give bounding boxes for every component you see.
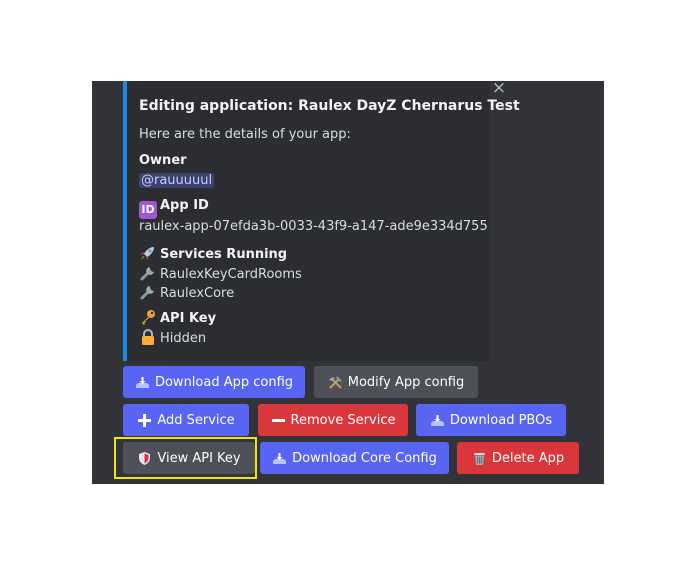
lock-icon bbox=[139, 328, 157, 346]
owner-mention[interactable]: @rauuuuul bbox=[139, 173, 215, 188]
owner-heading: Owner bbox=[139, 153, 187, 168]
id-badge-icon: ID bbox=[139, 201, 157, 219]
api-key-heading: API Key bbox=[160, 311, 217, 326]
trash-icon bbox=[472, 451, 487, 466]
api-key-status: Hidden bbox=[160, 331, 207, 346]
app-edit-dialog: Editing application: Raulex DayZ Chernar… bbox=[92, 80, 604, 484]
remove-service-label: Remove Service bbox=[290, 412, 396, 428]
plus-icon bbox=[137, 413, 152, 428]
key-icon bbox=[139, 308, 157, 326]
rocket-icon bbox=[139, 244, 157, 262]
app-id-heading: App ID bbox=[160, 198, 209, 213]
embed-title: Editing application: Raulex DayZ Chernar… bbox=[139, 98, 520, 114]
app-id-heading-row: ID App ID bbox=[139, 198, 209, 219]
download-core-config-label: Download Core Config bbox=[292, 450, 437, 466]
modify-app-config-button[interactable]: Modify App config bbox=[314, 366, 478, 398]
delete-app-label: Delete App bbox=[491, 450, 565, 466]
app-id-value: raulex-app-07efda3b-0033-43f9-a147-ade9e… bbox=[139, 219, 488, 234]
delete-app-button[interactable]: Delete App bbox=[457, 442, 579, 474]
download-app-config-button[interactable]: Download App config bbox=[123, 366, 305, 398]
download-pbos-button[interactable]: Download PBOs bbox=[416, 404, 566, 436]
download-tray-icon bbox=[272, 451, 287, 466]
embed-intro: Here are the details of your app: bbox=[139, 127, 351, 142]
service-label: RaulexKeyCardRooms bbox=[160, 267, 302, 282]
download-tray-icon bbox=[430, 413, 445, 428]
api-key-heading-row: API Key bbox=[139, 308, 216, 326]
close-icon[interactable]: × bbox=[491, 80, 507, 97]
services-heading-row: Services Running bbox=[139, 244, 287, 262]
download-core-config-button[interactable]: Download Core Config bbox=[260, 442, 449, 474]
minus-icon bbox=[271, 413, 286, 428]
hammer-and-pick-icon bbox=[328, 375, 343, 390]
remove-service-button[interactable]: Remove Service bbox=[258, 404, 408, 436]
view-api-key-highlight bbox=[114, 437, 257, 479]
download-app-config-label: Download App config bbox=[154, 374, 294, 390]
add-service-label: Add Service bbox=[157, 412, 235, 428]
app-details-embed: Editing application: Raulex DayZ Chernar… bbox=[123, 81, 520, 361]
owner-value-row: @rauuuuul bbox=[139, 173, 215, 188]
add-service-button[interactable]: Add Service bbox=[123, 404, 249, 436]
service-item: RaulexKeyCardRooms bbox=[139, 264, 302, 282]
wrench-icon bbox=[139, 264, 157, 282]
wrench-icon bbox=[139, 283, 157, 301]
download-tray-icon bbox=[135, 375, 150, 390]
download-pbos-label: Download PBOs bbox=[449, 412, 553, 428]
api-key-status-row: Hidden bbox=[139, 328, 206, 346]
modify-app-config-label: Modify App config bbox=[347, 374, 465, 390]
service-label: RaulexCore bbox=[160, 286, 235, 301]
services-heading: Services Running bbox=[160, 247, 288, 262]
service-item: RaulexCore bbox=[139, 283, 234, 301]
